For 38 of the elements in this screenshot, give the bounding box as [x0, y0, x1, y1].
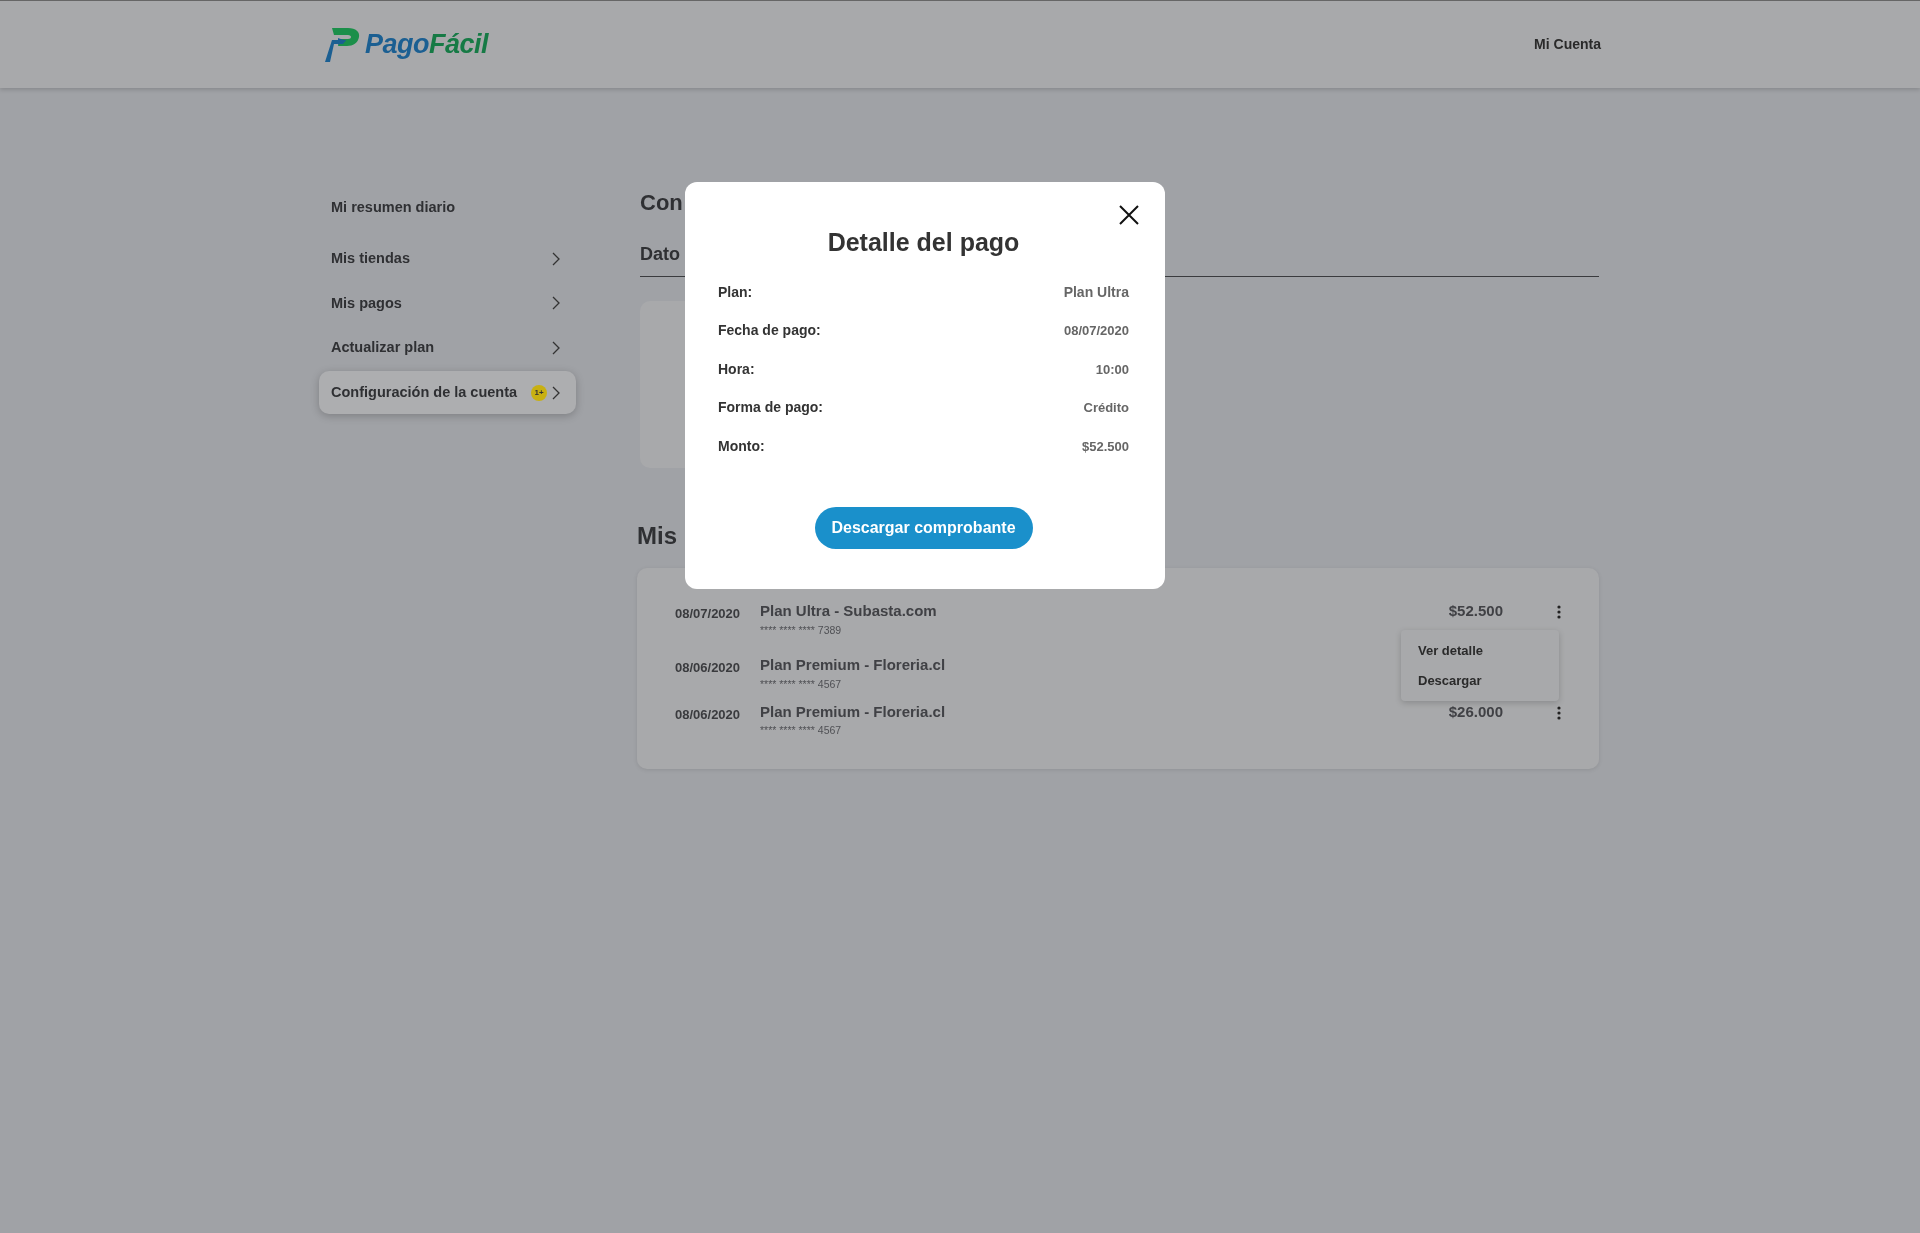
menu-item[interactable]: Ver detalle: [1401, 636, 1559, 666]
field-value: 10:00: [1095, 360, 1129, 379]
card-number: **** **** **** 4567: [760, 676, 843, 692]
field-value: $52.500: [1082, 437, 1129, 456]
payment-title: Plan Premium - Floreria.cl: [760, 655, 946, 676]
sidebar-item[interactable]: Mi resumen diario: [319, 186, 576, 229]
card-number: **** **** **** 4567: [760, 723, 843, 738]
sidebar-item[interactable]: Configuración de la cuenta 1+: [319, 371, 576, 414]
logo-icon: [325, 27, 361, 62]
field-label: Fecha de pago:: [718, 321, 821, 340]
field-label: Plan:: [718, 282, 753, 302]
menu-item[interactable]: Descargar: [1401, 665, 1559, 695]
account-link[interactable]: Mi Cuenta: [1534, 34, 1601, 55]
sidebar-item[interactable]: Actualizar plan: [319, 326, 576, 369]
payment-amount: $52.500: [1448, 602, 1503, 619]
field-value: Crédito: [1083, 399, 1129, 417]
close-icon[interactable]: [1117, 202, 1141, 226]
payment-title: Plan Ultra - Subasta.com: [760, 601, 937, 621]
payment-title: Plan Premium - Floreria.cl: [760, 701, 946, 722]
field-label: Hora:: [718, 359, 755, 379]
page-title: Con: [640, 189, 683, 217]
download-receipt-button[interactable]: Descargar comprobante: [814, 507, 1033, 549]
sidebar-item[interactable]: Mis pagos: [319, 281, 576, 325]
field-label: Monto:: [718, 436, 765, 456]
notification-badge: 1+: [531, 384, 548, 401]
field-value: Plan Ultra: [1063, 282, 1129, 302]
payment-date: 08/06/2020: [675, 705, 742, 724]
payment-date: 08/07/2020: [675, 605, 742, 623]
field-label: Forma de pago:: [718, 398, 823, 417]
dialog-title: Detalle del pago: [826, 227, 1021, 258]
payment-date: 08/06/2020: [675, 659, 742, 678]
sidebar-item[interactable]: Mis tiendas: [319, 236, 576, 280]
field-value: 08/07/2020: [1063, 322, 1129, 340]
payment-amount: $26.000: [1448, 702, 1503, 720]
section-title: Dato: [640, 243, 680, 266]
logo-text: PagoFácil: [365, 28, 489, 62]
section-title: Mis: [637, 521, 677, 551]
card-number: **** **** **** 7389: [760, 622, 843, 638]
